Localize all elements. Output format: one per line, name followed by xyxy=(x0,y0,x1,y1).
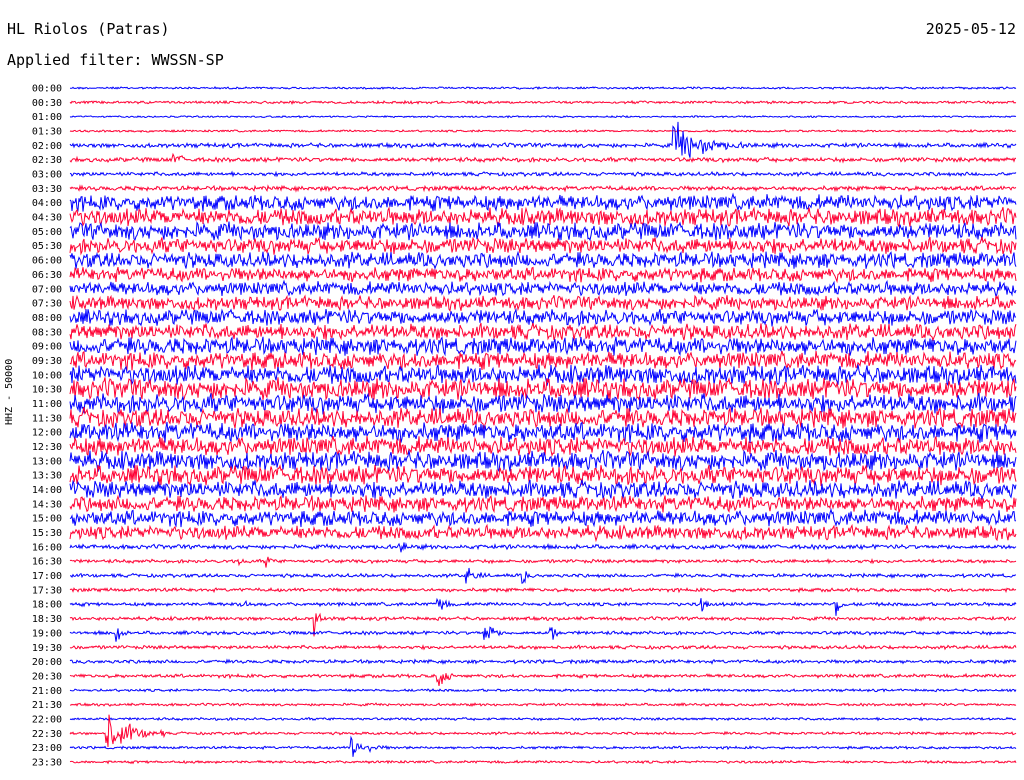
row-time-label: 17:00 xyxy=(32,571,62,582)
row-time-label: 20:30 xyxy=(32,671,62,682)
trace-row-0500 xyxy=(69,220,1017,242)
trace-row-0330 xyxy=(69,184,1017,193)
trace-row-2330 xyxy=(69,759,1017,765)
row-time-label: 11:00 xyxy=(32,399,62,410)
trace-row-0200 xyxy=(69,121,1017,158)
trace-row-1730 xyxy=(69,586,1017,594)
trace-row-1230 xyxy=(69,435,1017,458)
seismogram-plot: 00:00 00:30 01:00 01:30 02:00 02:30 03:00 03:30… xyxy=(32,84,1017,768)
trace-row-0530 xyxy=(69,236,1017,256)
row-time-label: 16:30 xyxy=(32,557,62,568)
row-time-label: 21:00 xyxy=(32,686,62,697)
trace-row-1700 xyxy=(69,567,1016,584)
trace-row-2030 xyxy=(69,672,1017,686)
row-time-label: 09:00 xyxy=(32,342,62,353)
trace-row-0730 xyxy=(69,294,1017,312)
trace-row-0930 xyxy=(69,350,1017,371)
row-time-label: 22:00 xyxy=(32,714,62,725)
trace-row-1930 xyxy=(69,644,1017,651)
row-time-label: 17:30 xyxy=(32,585,62,596)
row-time-label: 18:30 xyxy=(32,614,62,625)
row-time-label: 14:00 xyxy=(32,485,62,496)
trace-row-0600 xyxy=(69,250,1017,270)
row-time-label: 02:30 xyxy=(32,155,62,166)
row-time-label: 03:30 xyxy=(32,184,62,195)
row-time-label: 23:30 xyxy=(32,757,62,768)
trace-row-1630 xyxy=(69,556,1017,568)
trace-row-2100 xyxy=(69,687,1017,693)
row-time-label: 13:00 xyxy=(32,456,62,467)
row-time-label: 01:30 xyxy=(32,127,62,138)
row-time-label: 21:30 xyxy=(32,700,62,711)
row-time-label: 07:00 xyxy=(32,284,62,295)
trace-row-2300 xyxy=(69,735,1017,757)
trace-row-1200 xyxy=(69,421,1017,444)
row-time-label: 13:30 xyxy=(32,471,62,482)
trace-row-0230 xyxy=(69,152,1017,164)
trace-row-0100 xyxy=(69,114,1017,119)
trace-row-0900 xyxy=(69,336,1017,357)
trace-row-2000 xyxy=(69,658,1017,665)
row-time-label: 09:30 xyxy=(32,356,62,367)
row-time-label: 19:00 xyxy=(32,628,62,639)
row-time-label: 12:30 xyxy=(32,442,62,453)
trace-row-0130 xyxy=(69,128,1017,133)
row-time-label: 08:00 xyxy=(32,313,62,324)
trace-row-0030 xyxy=(69,99,1017,105)
row-time-label: 12:00 xyxy=(32,428,62,439)
trace-row-2200 xyxy=(69,716,1017,722)
trace-row-1430 xyxy=(69,494,1017,514)
row-time-label: 04:30 xyxy=(32,213,62,224)
trace-row-0430 xyxy=(69,206,1017,228)
row-time-label: 16:00 xyxy=(32,542,62,553)
row-time-label: 06:00 xyxy=(32,256,62,267)
trace-row-1500 xyxy=(69,507,1017,528)
trace-row-0000 xyxy=(69,85,1017,90)
helicorder-page: HL Riolos (Patras) 2025-05-12 Applied fi… xyxy=(0,0,1024,780)
trace-row-0400 xyxy=(69,192,1017,213)
trace-row-1000 xyxy=(69,364,1017,387)
row-time-label: 01:00 xyxy=(32,112,62,123)
row-time-label: 00:00 xyxy=(32,84,62,95)
trace-row-2130 xyxy=(69,702,1017,708)
row-time-label: 04:00 xyxy=(32,198,62,209)
trace-row-0830 xyxy=(69,322,1017,342)
row-time-label: 06:30 xyxy=(32,270,62,281)
row-time-label: 05:00 xyxy=(32,227,62,238)
trace-row-0800 xyxy=(69,307,1017,328)
row-time-label: 02:00 xyxy=(32,141,62,152)
row-time-label: 08:30 xyxy=(32,327,62,338)
trace-row-1800 xyxy=(69,597,1017,616)
trace-row-0300 xyxy=(69,170,1017,178)
row-time-label: 15:00 xyxy=(32,514,62,525)
trace-row-1030 xyxy=(69,376,1017,402)
row-time-label: 23:00 xyxy=(32,743,62,754)
row-time-label: 18:00 xyxy=(32,600,62,611)
row-time-label: 15:30 xyxy=(32,528,62,539)
trace-row-0630 xyxy=(69,266,1017,284)
row-time-label: 03:00 xyxy=(32,170,62,181)
row-time-label: 20:00 xyxy=(32,657,62,668)
trace-row-1600 xyxy=(69,542,1017,553)
row-time-label: 11:30 xyxy=(32,413,62,424)
trace-row-1900 xyxy=(69,626,1017,642)
row-time-label: 10:30 xyxy=(32,385,62,396)
row-time-label: 10:00 xyxy=(32,370,62,381)
trace-row-0700 xyxy=(69,279,1017,299)
trace-row-1530 xyxy=(69,523,1017,543)
row-time-label: 19:30 xyxy=(32,643,62,654)
row-time-label: 05:30 xyxy=(32,241,62,252)
row-time-label: 00:30 xyxy=(32,98,62,109)
trace-row-1130 xyxy=(69,406,1017,430)
row-time-label: 07:30 xyxy=(32,299,62,310)
row-time-label: 22:30 xyxy=(32,729,62,740)
row-time-label: 14:30 xyxy=(32,499,62,510)
trace-row-1300 xyxy=(69,449,1017,473)
